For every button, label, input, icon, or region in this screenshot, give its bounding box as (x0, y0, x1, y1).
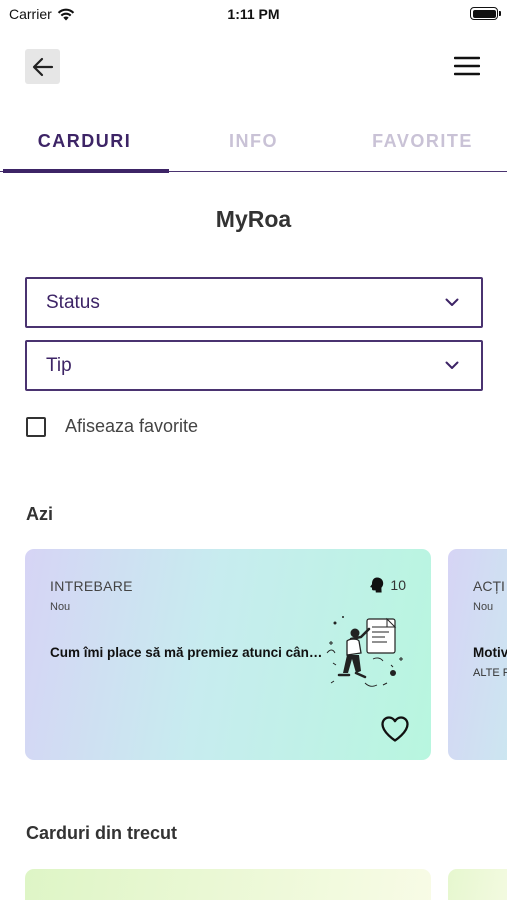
head-icon (370, 577, 384, 593)
tab-carduri[interactable]: CARDURI (0, 112, 169, 173)
status-dropdown-value: Status (46, 291, 100, 313)
tab-info[interactable]: INFO (169, 112, 338, 171)
favorites-label[interactable]: Afiseaza favorite (65, 416, 198, 437)
tip-dropdown-value: Tip (46, 354, 72, 376)
tab-favorite[interactable]: FAVORITE (338, 112, 507, 171)
card-count-value: 10 (390, 577, 406, 593)
card-today-next[interactable]: ACȚI Nou Motiv ALTE F (448, 549, 507, 760)
card-subtitle: ALTE F (473, 667, 507, 679)
hamburger-icon (454, 56, 480, 76)
battery-icon (470, 7, 501, 20)
arrow-left-icon (32, 57, 53, 76)
tab-bar: CARDURI INFO FAVORITE (0, 112, 507, 173)
card-past[interactable] (25, 869, 431, 900)
status-time: 1:11 PM (227, 6, 280, 22)
status-bar: Carrier 1:11 PM (0, 0, 507, 28)
chevron-down-icon (445, 298, 459, 306)
card-category: ACȚI (473, 578, 505, 594)
page-title: MyRoa (215, 206, 292, 232)
section-title-today: Azi (26, 504, 53, 524)
card-status: Nou (50, 601, 71, 613)
card-status: Nou (473, 601, 494, 613)
tip-dropdown[interactable]: Tip (25, 340, 483, 391)
back-button[interactable] (25, 49, 60, 84)
card-question: Cum îmi place să mă premiez atunci când.… (50, 645, 325, 660)
card-category: INTREBARE (50, 578, 133, 594)
card-past-next[interactable] (448, 869, 507, 900)
card-answer-count: 10 (370, 577, 406, 593)
chevron-down-icon (445, 361, 459, 369)
person-presenting-illustration (326, 616, 403, 687)
card-question: Motiv (473, 645, 507, 660)
favorites-toggle-row: Afiseaza favorite (26, 416, 198, 437)
menu-button[interactable] (452, 52, 482, 80)
favorites-checkbox[interactable] (26, 416, 46, 437)
status-dropdown[interactable]: Status (25, 277, 483, 328)
section-title-past: Carduri din trecut (26, 823, 178, 843)
heart-icon[interactable] (380, 715, 410, 743)
card-today[interactable]: INTREBARE Nou 10 Cum îmi place să mă pre… (25, 549, 431, 760)
